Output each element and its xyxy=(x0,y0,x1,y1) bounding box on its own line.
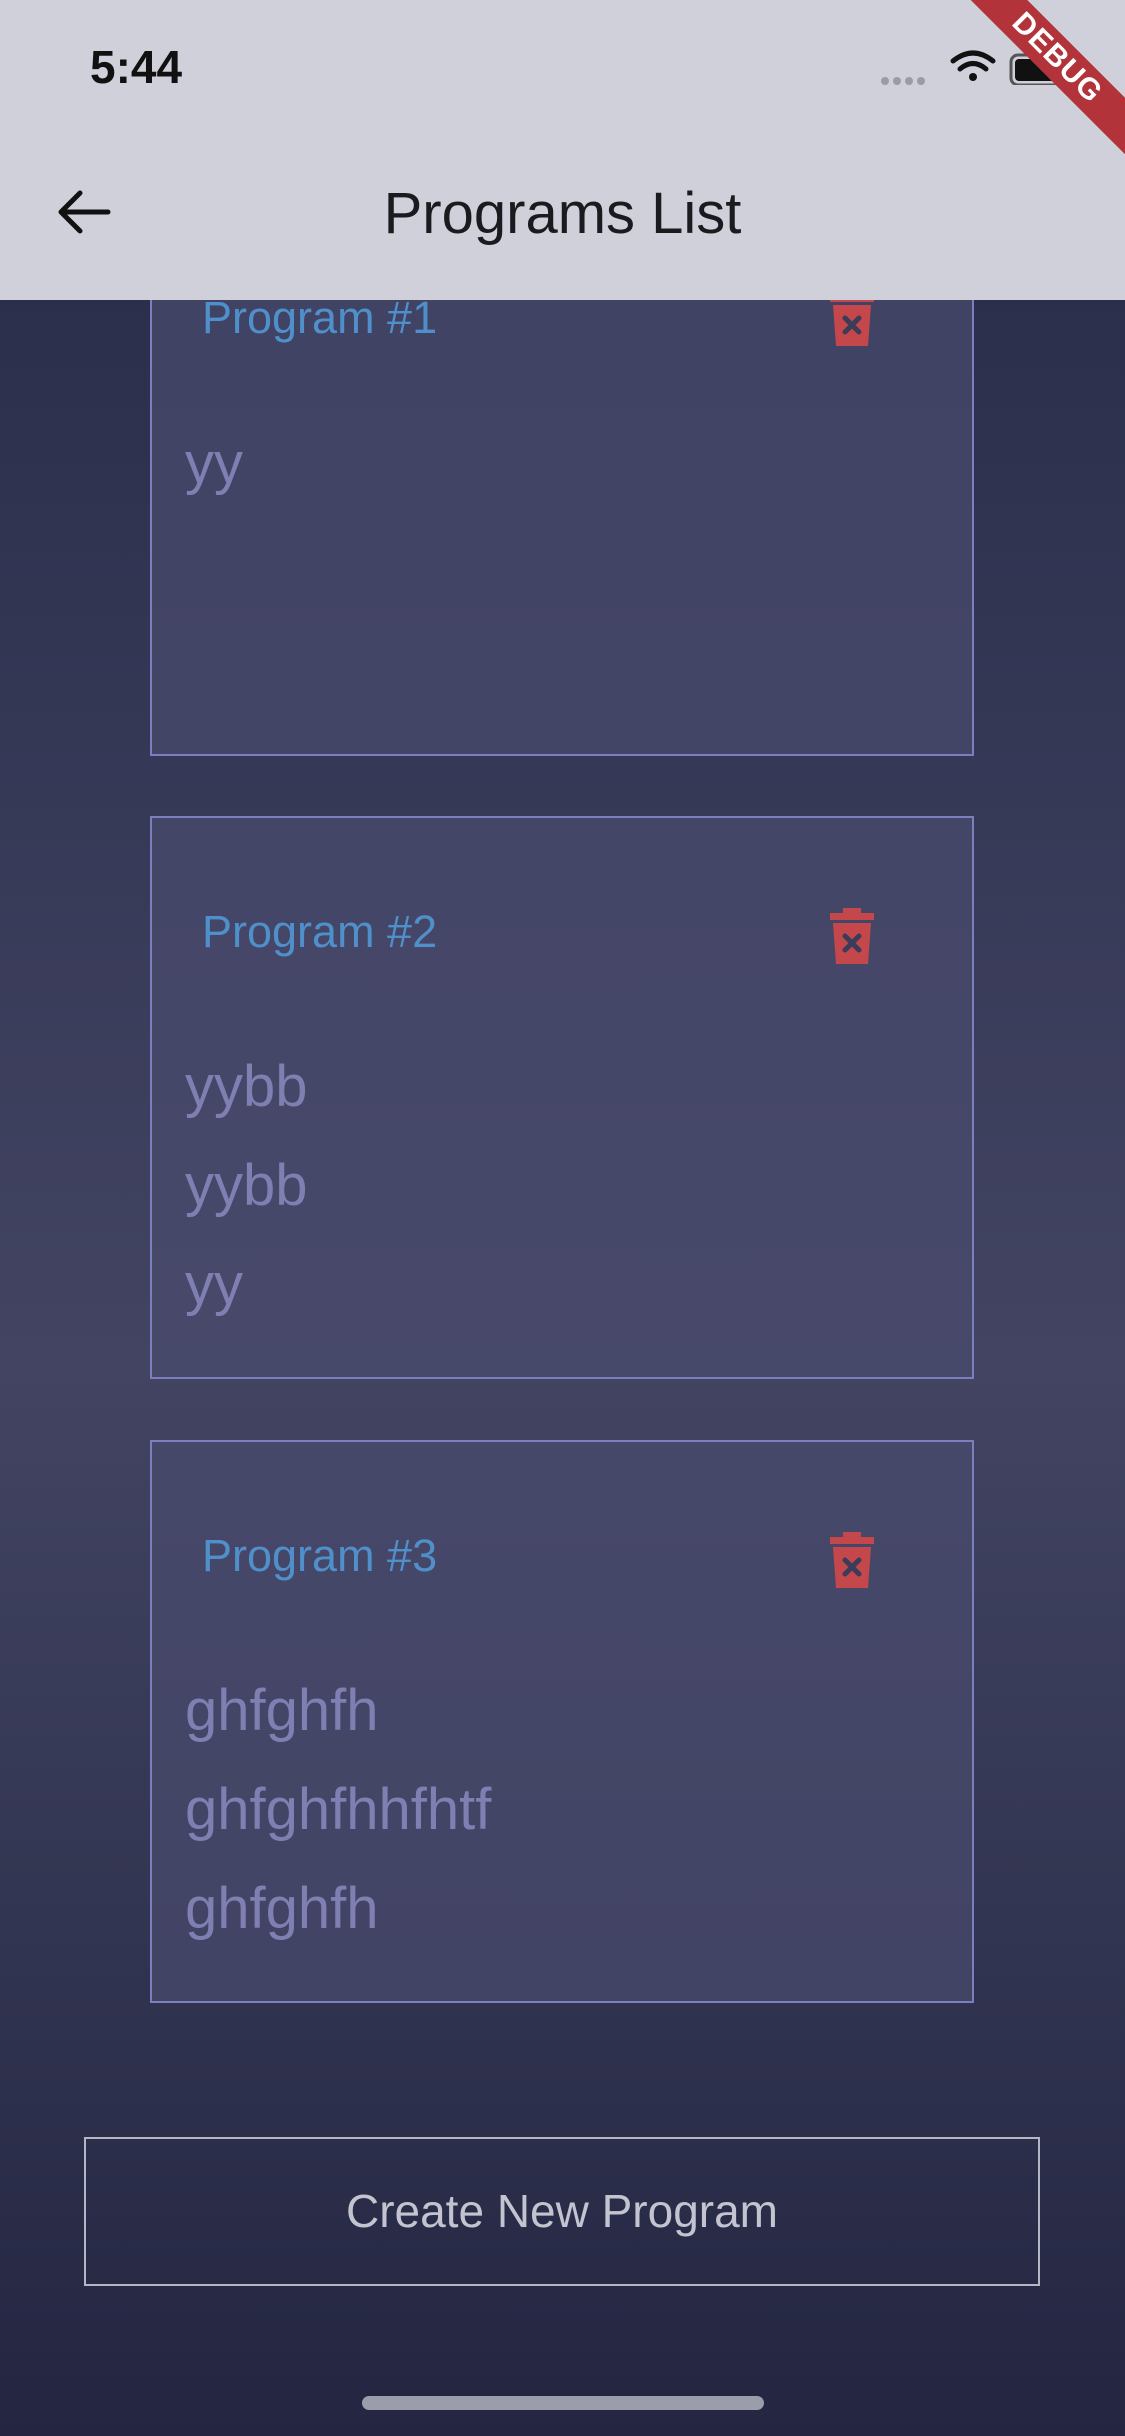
delete-icon[interactable] xyxy=(830,1532,874,1588)
page-title: Programs List xyxy=(383,181,742,246)
debug-banner-label: DEBUG xyxy=(950,0,1125,165)
program-card-2[interactable]: Program #2 yybb yybb yy xyxy=(150,816,974,1379)
delete-icon[interactable] xyxy=(830,908,874,964)
program-line: yybb xyxy=(185,1054,308,1119)
home-indicator[interactable] xyxy=(362,2396,764,2410)
program-title: Program #3 xyxy=(202,1530,438,1581)
create-new-program-button[interactable]: Create New Program xyxy=(84,2137,1040,2286)
program-line: ghfghfhhfhtf xyxy=(185,1777,492,1842)
program-line: yy xyxy=(185,1252,243,1317)
program-line: ghfghfh xyxy=(185,1876,379,1941)
program-line: ghfghfh xyxy=(185,1678,379,1743)
debug-banner: DEBUG xyxy=(945,0,1125,180)
program-card-1[interactable]: Program #1 yy xyxy=(150,240,974,756)
program-title: Program #2 xyxy=(202,906,438,957)
program-card-3[interactable]: Program #3 ghfghfh ghfghfhhfhtf ghfghfh xyxy=(150,1440,974,2003)
cellular-signal-icon xyxy=(881,77,925,85)
status-time: 5:44 xyxy=(90,41,183,93)
program-line: yybb xyxy=(185,1153,308,1218)
program-line: yy xyxy=(185,431,243,496)
